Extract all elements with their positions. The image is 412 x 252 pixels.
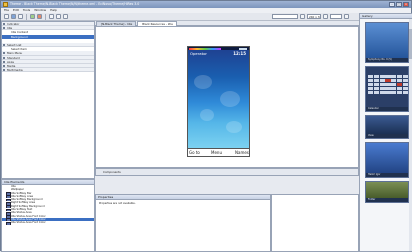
clock: 12:15 (233, 50, 246, 56)
components-label: Components (103, 170, 121, 174)
components-bar[interactable]: Components (95, 168, 359, 176)
save-icon[interactable] (18, 14, 23, 19)
gallery-thumb[interactable]: View (365, 115, 409, 139)
window-controls: – □ × (389, 2, 409, 7)
calendar-grid (368, 75, 408, 94)
properties-panel: Properties Properties are not available. (95, 194, 271, 252)
gallery-thumb[interactable]: Hello! Igor (365, 142, 409, 178)
inspector-item[interactable]: Idle Status Area Font Color (2, 221, 94, 225)
gallery-caption: Hello! Igor (366, 173, 408, 177)
gallery-panel: Gallery Symphony No. 9 (5) Calendar View… (359, 13, 412, 252)
softkey-left[interactable]: Go to (189, 150, 200, 155)
gallery-thumb[interactable]: Calendar (365, 66, 409, 112)
gallery-thumb[interactable]: Folder (365, 181, 409, 203)
zoom-combo[interactable] (330, 14, 342, 19)
wallpaper-bubble (226, 121, 242, 133)
zoom-in-icon[interactable] (323, 14, 328, 19)
maximize-button[interactable]: □ (396, 2, 402, 7)
cut-icon[interactable] (49, 14, 54, 19)
preview-icon[interactable] (300, 14, 305, 19)
navigator-panel: Indicator Idle Idle Context Background Selec… (1, 21, 95, 179)
softkey-center[interactable]: Menu (211, 150, 222, 155)
redo-icon[interactable] (37, 14, 42, 19)
inspector-panel: Idle Elements Idle Wallpaper Idle Softkey … (1, 179, 95, 252)
open-icon[interactable] (11, 14, 16, 19)
undo-icon[interactable] (30, 14, 35, 19)
new-icon[interactable] (4, 14, 9, 19)
paste-icon[interactable] (63, 14, 68, 19)
close-button[interactable]: × (403, 2, 409, 7)
gallery-tab[interactable]: Gallery (360, 14, 412, 19)
wallpaper-bubble (220, 91, 240, 107)
wallpaper-bubble (194, 75, 212, 89)
app-window: Theme - Black Theme/N-Black Theme/N/N/th… (0, 0, 412, 252)
navigator-item[interactable]: Multimedia (2, 68, 94, 73)
signal-band (189, 47, 221, 50)
phone-screen[interactable]: Operator 12:15 (187, 46, 250, 149)
softkey-right[interactable]: Names (235, 150, 249, 155)
toolbar-separator (26, 13, 27, 20)
gallery-caption: View (366, 134, 408, 138)
wallpaper-bubble (200, 109, 214, 121)
secondary-panel (271, 194, 359, 252)
operator-name: Operator (190, 51, 207, 56)
title-bar: Theme - Black Theme/N-Black Theme/N/N/th… (1, 1, 411, 8)
minimize-button[interactable]: – (389, 2, 395, 7)
gallery-caption: Calendar (366, 107, 408, 111)
app-icon (3, 2, 8, 7)
toolbar-separator (45, 13, 46, 20)
theme-combo[interactable] (272, 14, 298, 19)
resolution-combo[interactable]: 240 x 320 (307, 14, 321, 19)
copy-icon[interactable] (56, 14, 61, 19)
gallery-caption: Symphony No. 9 (5) (366, 58, 408, 62)
properties-message: Properties are not available. (99, 202, 136, 205)
toolbar: 240 x 320 (1, 13, 411, 21)
gallery-caption: Folder (366, 198, 408, 202)
zoom-out-icon[interactable] (344, 14, 349, 19)
battery-icon (239, 47, 247, 50)
design-canvas[interactable]: Operator 12:15 Go to Menu Names (95, 26, 359, 168)
window-title: Theme - Black Theme/N-Black Theme/N/N/th… (10, 2, 140, 6)
softkey-bar: Go to Menu Names (187, 149, 250, 157)
gallery-thumb[interactable]: Symphony No. 9 (5) (365, 22, 409, 63)
